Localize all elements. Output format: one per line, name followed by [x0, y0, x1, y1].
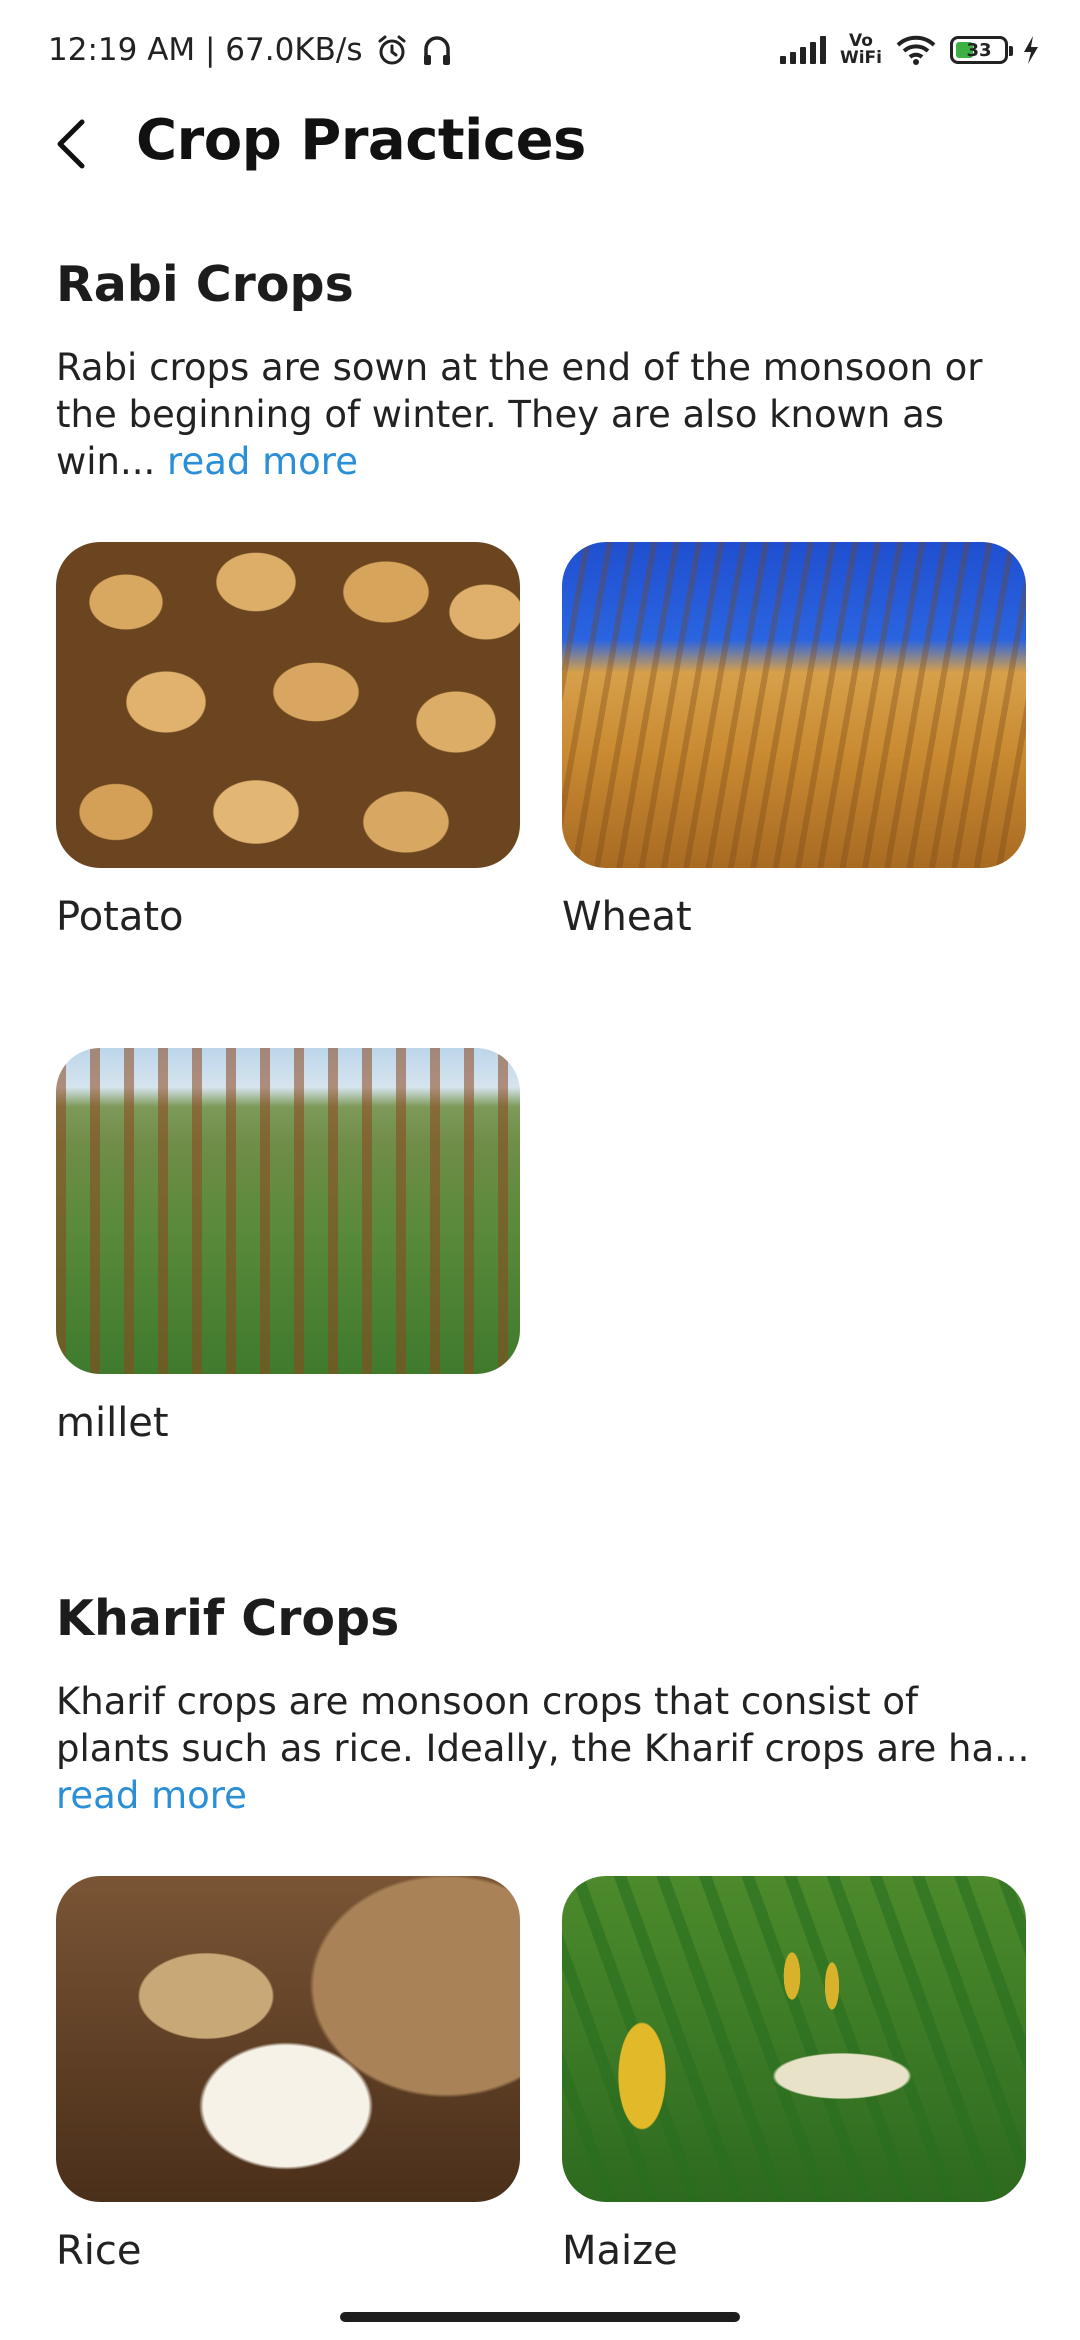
- status-bar: 12:19 AM | 67.0KB/s Vo WiFi 33: [0, 0, 1080, 100]
- headphones-icon: [423, 36, 450, 65]
- crop-card-potato-image[interactable]: [56, 542, 520, 868]
- signal-icon: [779, 36, 826, 64]
- alarm-icon: [378, 35, 406, 65]
- section-desc-kharif-text: Kharif crops are monsoon crops that cons…: [56, 1680, 1030, 1770]
- crop-card-maize-image[interactable]: [562, 1876, 1026, 2202]
- section-title-kharif: Kharif Crops: [56, 1590, 400, 1647]
- app-header: Crop Practices: [0, 100, 1080, 190]
- charging-icon: [1024, 36, 1038, 64]
- status-time: 12:19 AM | 67.0KB/s: [48, 32, 363, 68]
- back-arrow-icon: [57, 119, 85, 169]
- crop-card-wheat-image[interactable]: [562, 542, 1026, 868]
- home-indicator[interactable]: [340, 2312, 740, 2322]
- read-more-link-rabi[interactable]: read more: [167, 440, 358, 483]
- crop-card-potato-label[interactable]: Potato: [56, 894, 184, 940]
- crop-card-millet-label[interactable]: millet: [56, 1400, 169, 1446]
- status-left: 12:19 AM | 67.0KB/s: [48, 32, 453, 68]
- crop-card-rice-image[interactable]: [56, 1876, 520, 2202]
- page-title: Crop Practices: [136, 108, 586, 173]
- section-desc-kharif: Kharif crops are monsoon crops that cons…: [56, 1678, 1036, 1819]
- crop-card-millet-image[interactable]: [56, 1048, 520, 1374]
- wifi-icon: [896, 35, 936, 65]
- section-title-rabi: Rabi Crops: [56, 256, 354, 313]
- crop-card-wheat-label[interactable]: Wheat: [562, 894, 692, 940]
- section-desc-rabi: Rabi crops are sown at the end of the mo…: [56, 344, 1036, 485]
- crop-card-maize-label[interactable]: Maize: [562, 2228, 678, 2274]
- battery-icon: 33: [950, 36, 1013, 64]
- crop-card-rice-label[interactable]: Rice: [56, 2228, 142, 2274]
- vowifi-bottom: WiFi: [839, 48, 882, 68]
- vowifi-indicator: Vo WiFi: [840, 33, 882, 67]
- read-more-link-kharif[interactable]: read more: [56, 1774, 247, 1817]
- back-button[interactable]: [42, 114, 102, 174]
- battery-level: 33: [966, 39, 992, 61]
- status-right: Vo WiFi 33: [779, 33, 1040, 67]
